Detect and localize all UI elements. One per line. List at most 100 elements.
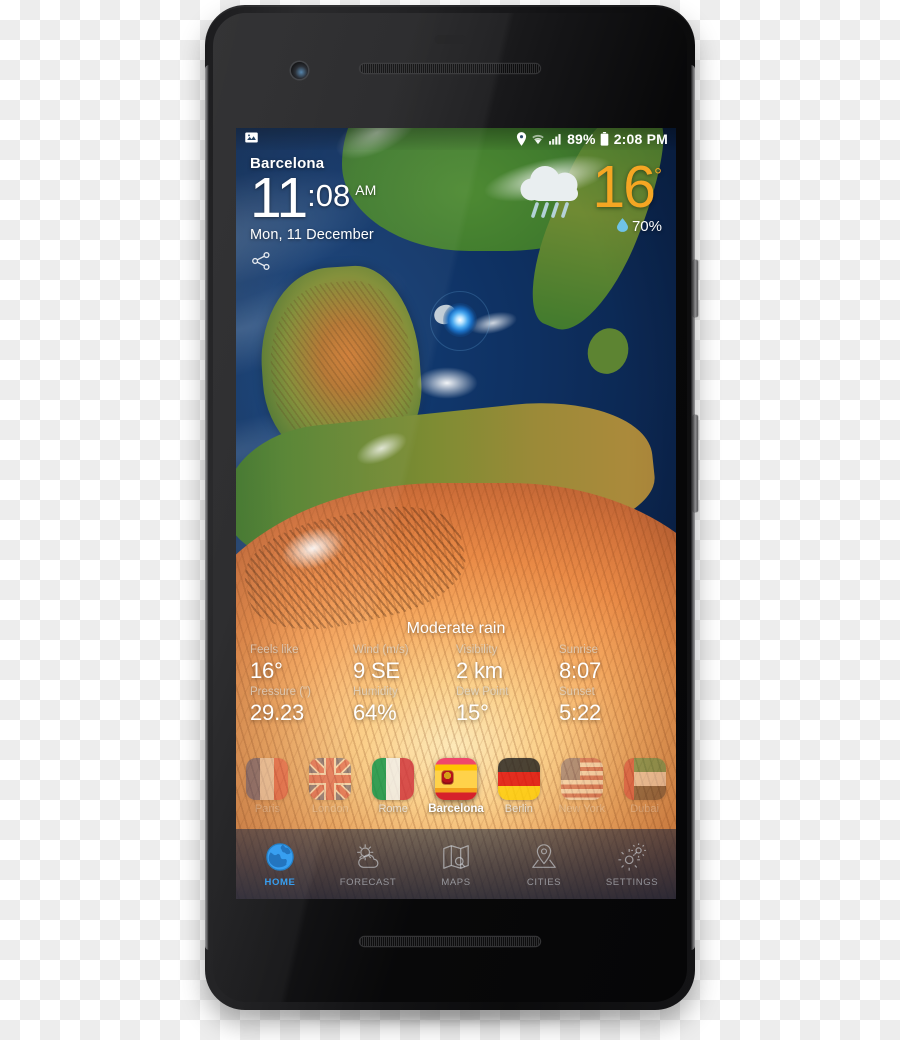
map-location-marker[interactable] <box>443 303 477 337</box>
humidity-reading: 70% <box>616 218 662 236</box>
water-drop-icon <box>616 218 628 236</box>
details-row: Pressure (") 29.23 Humidity 64% Dew Poin… <box>250 684 662 726</box>
city-label: London <box>311 802 349 815</box>
current-weather-left: Barcelona 11 : 08 AM Mon, 11 December <box>250 155 376 272</box>
flag-uae-icon <box>623 757 666 800</box>
front-camera-icon <box>291 62 308 79</box>
sun-cloud-icon <box>351 840 385 874</box>
tab-label: FORECAST <box>339 877 397 888</box>
detail-label: Visibility <box>456 644 498 656</box>
clock-minute: 08 <box>315 177 351 213</box>
city-item-berlin[interactable]: Berlin <box>487 757 550 815</box>
humidity-value: 70% <box>631 218 662 236</box>
power-button[interactable] <box>693 260 698 317</box>
detail-value: 9 SE <box>353 658 400 684</box>
globe-icon <box>263 840 297 874</box>
detail-label: Feels like <box>250 644 299 656</box>
detail-label: Sunset <box>559 685 595 698</box>
city-label: Dubai <box>630 802 659 815</box>
detail-pressure: Pressure (") 29.23 <box>250 684 353 726</box>
cellular-signal-icon <box>549 133 563 145</box>
flag-italy-icon <box>372 757 415 800</box>
detail-label: Sunrise <box>559 644 598 656</box>
city-item-paris[interactable]: Paris <box>236 757 299 815</box>
degree-symbol: ° <box>654 165 662 187</box>
weather-condition-text: Moderate rain <box>406 620 506 637</box>
detail-label: Pressure (") <box>250 685 311 698</box>
clock-hour: 11 <box>250 165 308 230</box>
battery-percentage: 89% <box>567 131 596 147</box>
bottom-navigation-bar: HOME FORECAST MAPS CITIES SETTINGS <box>236 829 676 899</box>
tab-label: MAPS <box>441 877 471 888</box>
phone-left-edge <box>205 65 209 950</box>
proximity-sensor <box>434 35 466 44</box>
tab-forecast[interactable]: FORECAST <box>324 840 412 888</box>
bottom-speaker <box>360 937 540 946</box>
current-weather-right: 16 ° 70% <box>516 156 662 236</box>
battery-icon <box>600 132 609 146</box>
city-label: Paris <box>254 802 280 815</box>
city-label: Rome <box>378 802 408 815</box>
details-row: Feels like 16° Wind (m/s) 9 SE Visibilit… <box>250 642 662 684</box>
temperature-block: 16 ° 70% <box>592 154 662 236</box>
detail-feels-like: Feels like 16° <box>250 642 353 684</box>
detail-wind: Wind (m/s) 9 SE <box>353 642 456 684</box>
detail-value: 16° <box>250 658 283 684</box>
tab-maps[interactable]: MAPS <box>412 840 500 888</box>
location-pin-icon <box>516 132 527 146</box>
flag-france-icon <box>246 757 289 800</box>
city-item-dubai[interactable]: Dubai <box>613 757 676 815</box>
city-selector-strip[interactable]: Paris London Rome Barcelona Berlin New Y… <box>236 748 676 824</box>
status-bar-left <box>244 130 259 148</box>
tab-settings[interactable]: SETTINGS <box>588 840 676 888</box>
detail-dew-point: Dew Point 15° <box>456 684 559 726</box>
detail-value: 8:07 <box>559 658 602 684</box>
current-time: 11 : 08 AM <box>250 165 376 230</box>
phone-screen: 89% 2:08 PM Barcelona 11 : 08 AM Mon, 11… <box>236 128 676 899</box>
detail-sunset: Sunset 5:22 <box>559 684 662 726</box>
clock-separator: : <box>307 177 316 213</box>
tab-label: HOME <box>264 877 296 888</box>
current-date: Mon, 11 December <box>250 227 374 244</box>
city-label: New York <box>558 802 605 815</box>
status-bar: 89% 2:08 PM <box>236 128 676 150</box>
status-bar-right: 89% 2:08 PM <box>516 131 668 147</box>
phone-device-frame: 89% 2:08 PM Barcelona 11 : 08 AM Mon, 11… <box>205 5 698 1010</box>
earpiece-speaker <box>360 64 540 73</box>
status-bar-clock: 2:08 PM <box>613 131 668 147</box>
tab-cities[interactable]: CITIES <box>500 840 588 888</box>
city-item-barcelona[interactable]: Barcelona <box>425 757 488 815</box>
tab-home[interactable]: HOME <box>236 840 324 888</box>
flag-united-states-icon <box>560 757 603 800</box>
detail-value: 15° <box>456 700 489 726</box>
temperature-value: 16 <box>592 154 656 220</box>
detail-value: 2 km <box>456 658 503 684</box>
detail-label: Wind (m/s) <box>353 644 409 656</box>
detail-value: 29.23 <box>250 700 305 726</box>
city-label: Berlin <box>504 802 533 815</box>
detail-visibility: Visibility 2 km <box>456 642 559 684</box>
gears-icon <box>615 840 649 874</box>
rain-cloud-icon <box>516 162 590 224</box>
city-item-rome[interactable]: Rome <box>362 757 425 815</box>
weather-details-grid: Feels like 16° Wind (m/s) 9 SE Visibilit… <box>236 642 676 726</box>
map-icon <box>439 840 473 874</box>
detail-value: 64% <box>353 700 397 726</box>
image-icon <box>244 130 259 148</box>
wifi-icon <box>531 133 545 145</box>
share-icon[interactable] <box>250 250 272 272</box>
detail-value: 5:22 <box>559 700 602 726</box>
city-item-london[interactable]: London <box>299 757 362 815</box>
volume-rocker-button[interactable] <box>693 415 698 512</box>
city-item-new-york[interactable]: New York <box>550 757 613 815</box>
detail-humidity: Humidity 64% <box>353 684 456 726</box>
city-label: Barcelona <box>428 802 484 815</box>
pin-base-icon <box>527 840 561 874</box>
detail-label: Humidity <box>353 685 398 698</box>
detail-label: Dew Point <box>456 685 509 698</box>
tab-label: SETTINGS <box>605 877 659 888</box>
current-weather-panel: Barcelona 11 : 08 AM Mon, 11 December 16… <box>236 150 676 272</box>
detail-sunrise: Sunrise 8:07 <box>559 642 662 684</box>
tab-label: CITIES <box>526 877 562 888</box>
temperature-reading: 16 ° <box>592 154 662 220</box>
